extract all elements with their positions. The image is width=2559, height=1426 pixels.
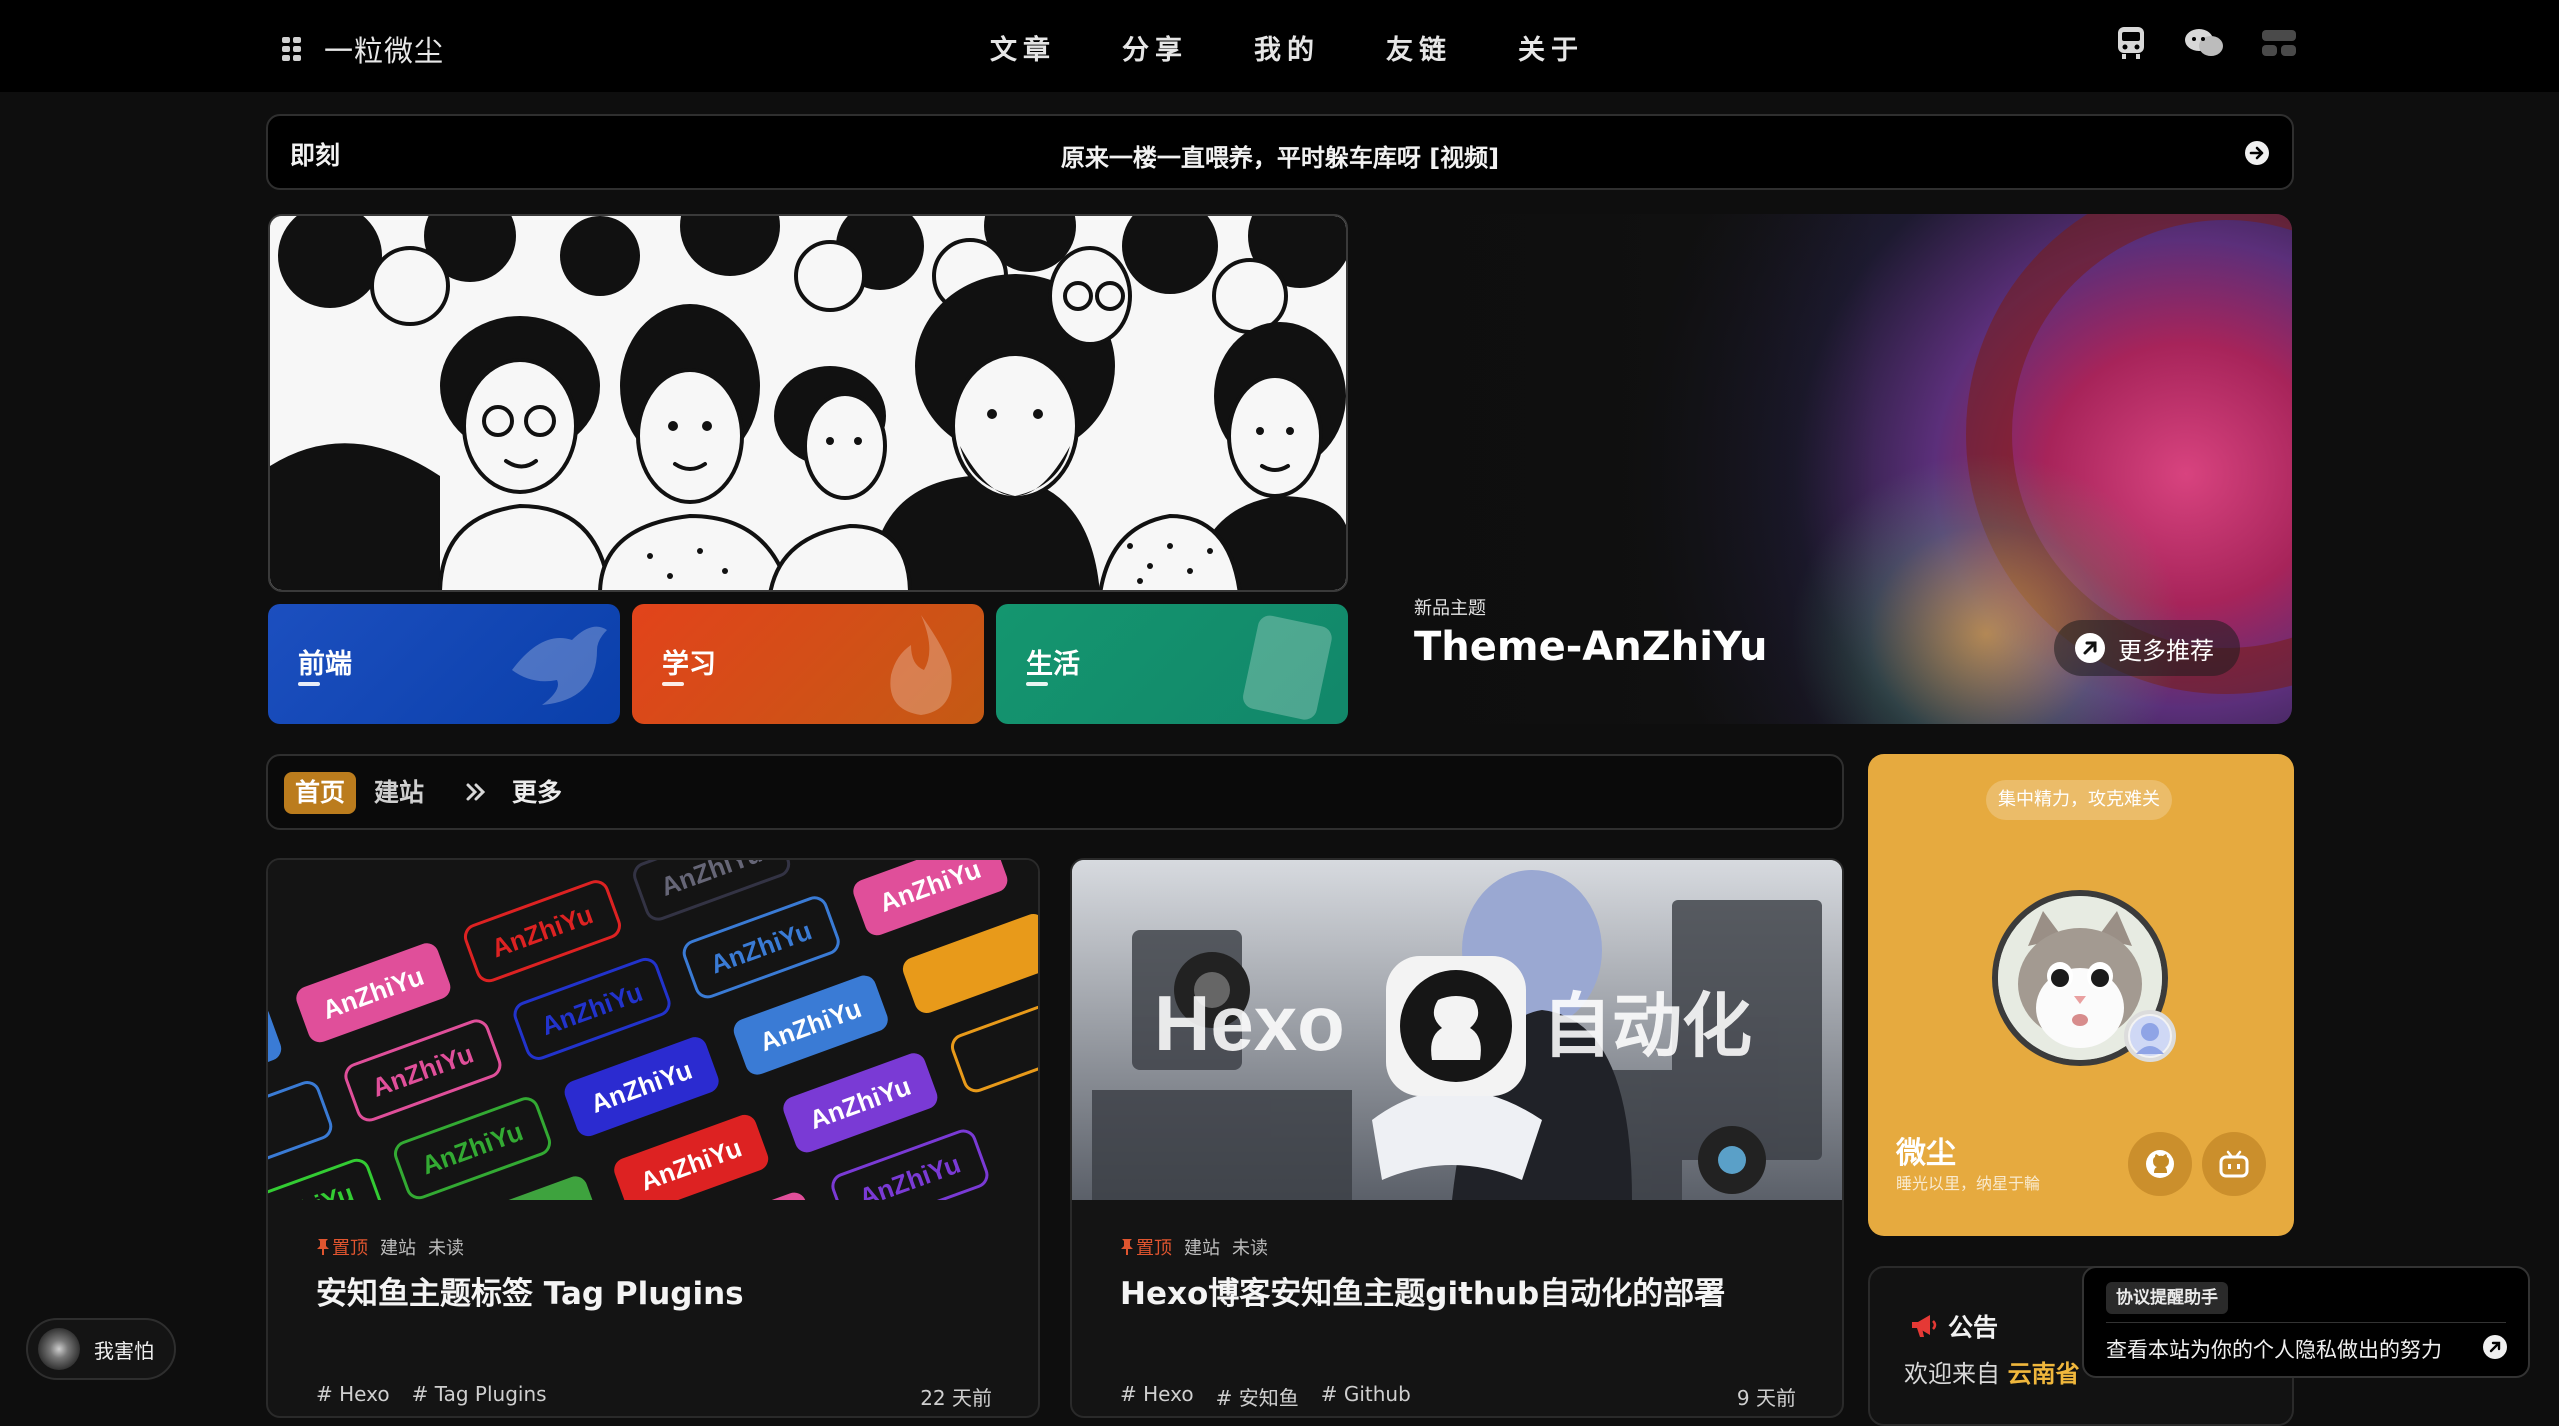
- privacy-reminder-popup[interactable]: 协议提醒助手 查看本站为你的个人隐私做出的努力: [2082, 1266, 2530, 1378]
- apps-grid-icon[interactable]: [282, 37, 302, 61]
- bird-icon: [502, 610, 612, 720]
- post-tag[interactable]: # Github: [1321, 1382, 1411, 1411]
- featured-theme-card[interactable]: 新品主题 Theme-AnZhiYu 更多推荐: [1366, 214, 2292, 724]
- layout-toggle-icon[interactable]: [2262, 28, 2296, 58]
- more-recommend-label: 更多推荐: [2118, 636, 2214, 665]
- album-disc-icon[interactable]: [38, 1328, 80, 1370]
- pinned-badge: 置顶: [1120, 1234, 1172, 1260]
- moment-text[interactable]: 原来一楼一直喂养，平时躲车库呀 [视频]: [268, 138, 2292, 173]
- arrow-up-right-circle-icon[interactable]: [2482, 1334, 2508, 1360]
- subway-icon[interactable]: [2116, 26, 2146, 60]
- author-name: 微尘: [1896, 1136, 1956, 1171]
- post-card[interactable]: AnZhiYu AnZhiYu AnZhiYu AnZhiYu AnZhiYu AnZ…: [266, 858, 1040, 1418]
- post-read-status: 未读: [1232, 1238, 1268, 1259]
- post-tag[interactable]: # Hexo: [316, 1382, 390, 1406]
- pinned-label: 置顶: [1136, 1238, 1172, 1259]
- privacy-tag: 协议提醒助手: [2106, 1282, 2228, 1314]
- github-button[interactable]: [2128, 1132, 2192, 1196]
- tab-more[interactable]: 更多: [512, 772, 562, 814]
- announcement-text: 欢迎来自 云南省: [1904, 1354, 2080, 1389]
- category-underline: [1026, 682, 1048, 686]
- post-category[interactable]: 建站: [1184, 1234, 1220, 1260]
- post-tag[interactable]: # Tag Plugins: [412, 1382, 547, 1406]
- more-recommend-button[interactable]: 更多推荐: [2054, 620, 2240, 676]
- announcement-title: 公告: [1948, 1313, 1999, 1342]
- music-player-pill[interactable]: 我害怕: [26, 1318, 176, 1380]
- category-card-study[interactable]: 学习: [632, 604, 984, 724]
- category-card-frontend[interactable]: 前端: [268, 604, 620, 724]
- tab-home[interactable]: 首页: [284, 772, 356, 814]
- nav-menu: 文章 分享 我的 友链 关于: [990, 28, 1584, 67]
- post-title[interactable]: 安知鱼主题标签 Tag Plugins: [316, 1268, 744, 1313]
- feature-title[interactable]: Theme-AnZhiYu: [1414, 624, 1767, 670]
- nav-item-friends[interactable]: 友链: [1386, 28, 1452, 67]
- feature-kicker: 新品主题: [1414, 598, 1486, 619]
- nav-item-articles[interactable]: 文章: [990, 28, 1056, 67]
- visitor-location: 云南省: [2007, 1360, 2080, 1388]
- nav-item-share[interactable]: 分享: [1122, 28, 1188, 67]
- github-icon: [2145, 1149, 2175, 1179]
- pinned-label: 置顶: [332, 1238, 368, 1259]
- post-cover-image[interactable]: Hexo 自动化: [1072, 860, 1842, 1200]
- welcome-prefix: 欢迎来自: [1904, 1360, 2000, 1388]
- bilibili-button[interactable]: [2202, 1132, 2266, 1196]
- post-cover-image[interactable]: AnZhiYu AnZhiYu AnZhiYu AnZhiYu AnZhiYu AnZ…: [268, 860, 1038, 1200]
- category-tab-bar: 首页 建站 更多: [266, 754, 1844, 830]
- pinned-badge: 置顶: [316, 1234, 368, 1260]
- category-label: 生活: [1026, 649, 1080, 680]
- post-title[interactable]: Hexo博客安知鱼主题github自动化的部署: [1120, 1268, 1725, 1313]
- post-tags: # Hexo # 安知鱼 # Github: [1120, 1382, 1411, 1411]
- author-motto-chip: 集中精力，攻克难关: [1986, 780, 2172, 820]
- chat-bubbles-icon[interactable]: [2184, 28, 2224, 58]
- pin-icon: [317, 1239, 329, 1255]
- post-tag[interactable]: # 安知鱼: [1216, 1382, 1299, 1411]
- pin-icon: [1121, 1239, 1133, 1255]
- nav-item-about[interactable]: 关于: [1518, 28, 1584, 67]
- post-card[interactable]: Hexo 自动化 置顶 建站 未读 Hexo博客安知鱼主题github自动化的部…: [1070, 858, 1844, 1418]
- cover-title-right: 自动化: [1542, 985, 1752, 1067]
- avatar-status-badge: [2124, 1010, 2176, 1062]
- post-category[interactable]: 建站: [380, 1234, 416, 1260]
- category-label: 前端: [298, 649, 352, 680]
- author-card: 集中精力，攻克难关 微尘 睡光以里，纳星于輪: [1868, 754, 2294, 1236]
- nav-actions: [2116, 26, 2296, 60]
- cover-title-left: Hexo: [1154, 979, 1345, 1067]
- site-title[interactable]: 一粒微尘: [324, 28, 444, 70]
- music-track-title: 我害怕: [94, 1338, 154, 1363]
- category-underline: [662, 682, 684, 686]
- post-time: 9 天前: [1736, 1386, 1796, 1410]
- post-tags: # Hexo # Tag Plugins: [316, 1382, 547, 1406]
- post-tag[interactable]: # Hexo: [1120, 1382, 1194, 1411]
- double-chevron-right-icon: [464, 780, 488, 804]
- category-underline: [298, 682, 320, 686]
- author-description: 睡光以里，纳星于輪: [1896, 1174, 2041, 1193]
- post-meta: 置顶 建站 未读: [316, 1234, 464, 1260]
- moment-bar[interactable]: 即刻 原来一楼一直喂养，平时躲车库呀 [视频]: [266, 114, 2294, 190]
- post-time: 22 天前: [920, 1386, 992, 1410]
- crowd-illustration[interactable]: [268, 214, 1348, 592]
- announcement-header: 公告: [1910, 1308, 1998, 1344]
- nav-brand[interactable]: 一粒微尘: [282, 28, 444, 70]
- category-card-life[interactable]: 生活: [996, 604, 1348, 724]
- document-icon: [1230, 610, 1340, 720]
- arrow-up-right-circle-icon: [2074, 632, 2106, 664]
- category-label: 学习: [662, 649, 716, 680]
- nav-item-mine[interactable]: 我的: [1254, 28, 1320, 67]
- privacy-text[interactable]: 查看本站为你的个人隐私做出的努力: [2106, 1334, 2442, 1364]
- bilibili-tv-icon: [2219, 1150, 2249, 1178]
- tab-site[interactable]: 建站: [374, 772, 424, 814]
- flame-icon: [866, 610, 976, 720]
- privacy-divider: [2106, 1322, 2506, 1323]
- megaphone-icon: [1910, 1313, 1938, 1339]
- post-meta: 置顶 建站 未读: [1120, 1234, 1268, 1260]
- arrow-right-circle-icon[interactable]: [2244, 140, 2270, 166]
- top-nav: 一粒微尘 文章 分享 我的 友链 关于: [0, 0, 2559, 92]
- post-read-status: 未读: [428, 1238, 464, 1259]
